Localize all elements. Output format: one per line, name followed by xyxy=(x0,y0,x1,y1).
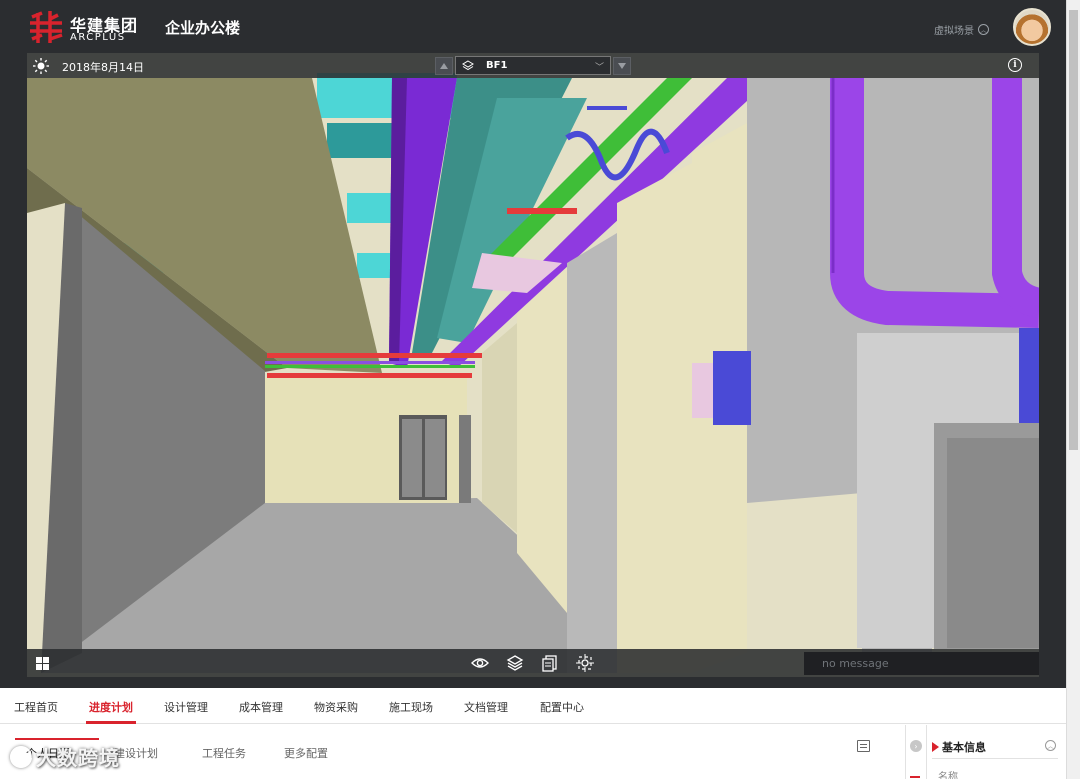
message-box: no message xyxy=(804,652,1039,675)
tab-procurement[interactable]: 物资采购 xyxy=(314,699,358,715)
red-marker xyxy=(910,776,920,778)
eye-icon[interactable] xyxy=(471,654,489,672)
arcplus-logo xyxy=(30,11,63,43)
subtab-more-config[interactable]: 更多配置 xyxy=(284,745,328,761)
scene-date: 2018年8月14日 xyxy=(62,61,144,74)
floor-down-button[interactable] xyxy=(613,57,631,75)
triangle-down-icon xyxy=(618,63,626,69)
subtab-build-plan[interactable]: 建设计划 xyxy=(114,745,158,761)
watermark: 大数跨境 xyxy=(10,742,120,771)
page-scrollbar[interactable] xyxy=(1066,0,1080,779)
chevron-up-icon: ︿ xyxy=(978,24,989,35)
main-nav: 工程首页 进度计划 设计管理 成本管理 物资采购 施工现场 文档管理 配置中心 xyxy=(0,688,1066,724)
tab-schedule[interactable]: 进度计划 xyxy=(89,699,133,715)
triangle-right-icon xyxy=(932,742,939,752)
info-panel-header[interactable]: 基本信息 xyxy=(932,739,986,755)
tab-design[interactable]: 设计管理 xyxy=(164,699,208,715)
floor-select[interactable]: BF1 ﹀ xyxy=(455,56,611,75)
grid-menu-icon[interactable] xyxy=(36,657,49,670)
field-name-label: 名称 xyxy=(938,772,958,779)
watermark-text: 大数跨境 xyxy=(36,746,120,770)
layers-icon[interactable] xyxy=(506,654,524,672)
project-title: 企业办公楼 xyxy=(165,19,241,37)
chevron-up-icon[interactable]: ︿ xyxy=(1045,740,1056,751)
tab-config[interactable]: 配置中心 xyxy=(540,699,584,715)
tab-project-home[interactable]: 工程首页 xyxy=(14,699,58,715)
bim-3d-viewer[interactable]: 2018年8月14日 BF1 ﹀ i no message xyxy=(27,53,1039,677)
floor-up-button[interactable] xyxy=(435,57,453,75)
floor-value: BF1 xyxy=(486,60,508,71)
active-tab-indicator xyxy=(86,721,136,724)
subtab-tasks[interactable]: 工程任务 xyxy=(202,745,246,761)
viewer-top-bar: 2018年8月14日 BF1 ﹀ i xyxy=(27,53,1039,78)
bim-scene-render xyxy=(27,53,1039,677)
layers-icon xyxy=(462,59,474,70)
divider xyxy=(932,758,1058,759)
top-header: 华建集团 ARCPLUS 企业办公楼 虚拟场景 ︿ xyxy=(0,0,1080,53)
sun-icon[interactable] xyxy=(33,58,49,74)
chevron-down-icon: ﹀ xyxy=(594,63,604,73)
scrollbar-thumb[interactable] xyxy=(1069,10,1078,450)
divider xyxy=(926,725,927,779)
divider xyxy=(905,725,906,779)
sub-nav: 个人日历 建设计划 工程任务 更多配置 xyxy=(0,725,905,779)
info-panel-title: 基本信息 xyxy=(942,741,986,754)
brand-name-en: ARCPLUS xyxy=(70,32,126,43)
document-icon[interactable] xyxy=(541,654,559,672)
calendar-icon[interactable] xyxy=(857,740,870,752)
viewer-bottom-bar: no message xyxy=(27,649,1039,677)
active-subtab-indicator xyxy=(15,738,99,740)
locate-icon[interactable] xyxy=(576,654,594,672)
collapse-arrow-icon[interactable]: › xyxy=(910,740,922,752)
virtual-scene-label: 虚拟场景 xyxy=(934,26,974,37)
watermark-logo-icon xyxy=(10,745,32,768)
user-avatar[interactable] xyxy=(1013,8,1051,46)
tab-cost[interactable]: 成本管理 xyxy=(239,699,283,715)
info-icon[interactable]: i xyxy=(1008,58,1022,72)
triangle-up-icon xyxy=(440,63,448,69)
tab-site[interactable]: 施工现场 xyxy=(389,699,433,715)
virtual-scene-menu[interactable]: 虚拟场景 ︿ xyxy=(934,22,989,37)
bottom-panel: 工程首页 进度计划 设计管理 成本管理 物资采购 施工现场 文档管理 配置中心 … xyxy=(0,688,1066,779)
tab-documents[interactable]: 文档管理 xyxy=(464,699,508,715)
